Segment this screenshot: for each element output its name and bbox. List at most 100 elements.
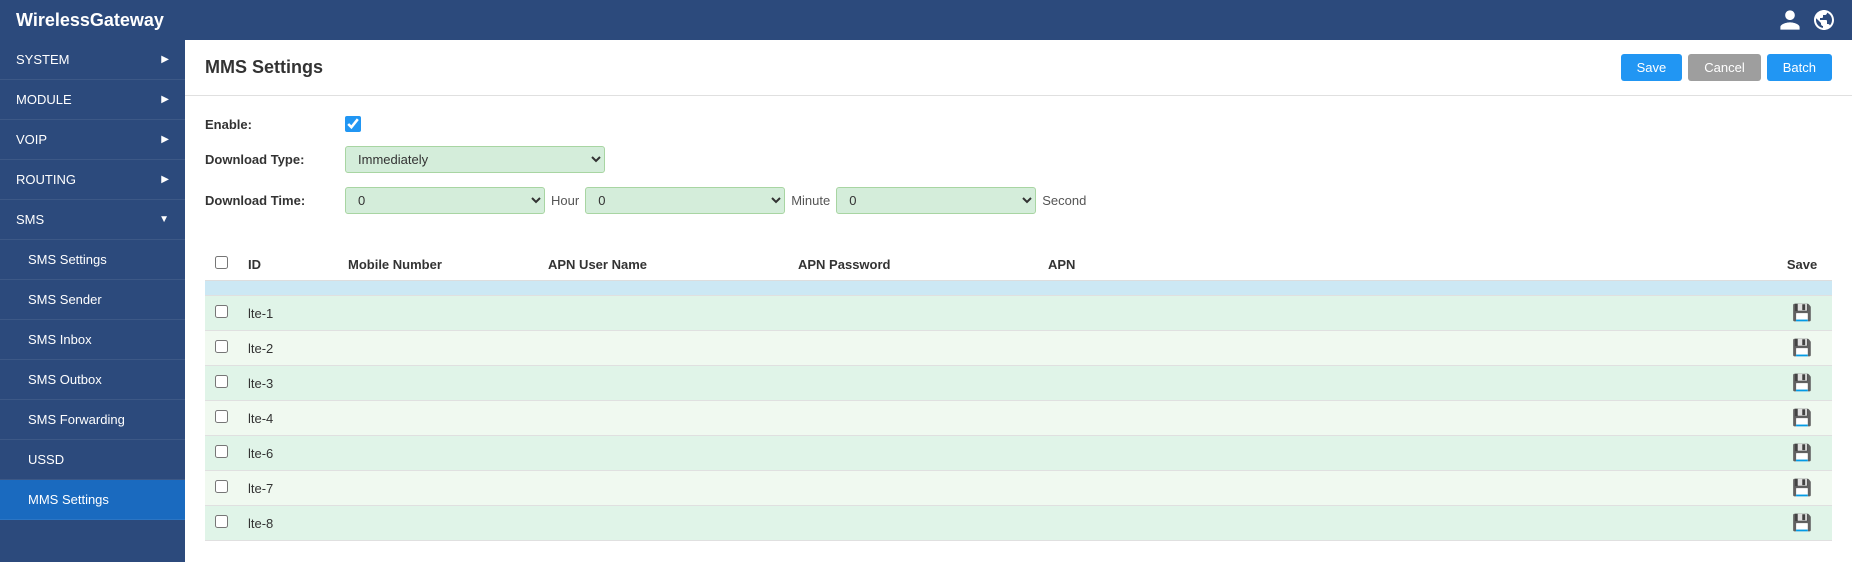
row-apn (1038, 366, 1772, 401)
row-check (205, 401, 238, 436)
sidebar-item-sms-inbox[interactable]: SMS Inbox (0, 320, 185, 360)
sidebar-label-sms-sender: SMS Sender (28, 292, 102, 307)
row-apn (1038, 506, 1772, 541)
table-header-row: ID Mobile Number APN User Name APN Passw… (205, 248, 1832, 281)
row-apn-pass (788, 296, 1038, 331)
sidebar-item-sms-sender[interactable]: SMS Sender (0, 280, 185, 320)
sidebar-label-mms-settings: MMS Settings (28, 492, 109, 507)
sidebar-item-module[interactable]: MODULE ▶ (0, 80, 185, 120)
mms-table: ID Mobile Number APN User Name APN Passw… (205, 248, 1832, 541)
row-checkbox[interactable] (215, 515, 228, 528)
save-row-icon[interactable]: 💾 (1792, 480, 1812, 497)
row-save: 💾 (1772, 401, 1832, 436)
row-save: 💾 (1772, 471, 1832, 506)
chevron-right-icon: ▶ (161, 94, 169, 105)
row-apn-user (538, 281, 788, 296)
save-button[interactable]: Save (1621, 54, 1683, 81)
row-check (205, 331, 238, 366)
col-header-save: Save (1772, 248, 1832, 281)
download-type-select[interactable]: Immediately Schedule (345, 146, 605, 173)
row-checkbox[interactable] (215, 445, 228, 458)
table-row: lte-4 💾 (205, 401, 1832, 436)
row-mobile (338, 331, 538, 366)
save-row-icon[interactable]: 💾 (1792, 515, 1812, 532)
table-row: lte-1 💾 (205, 296, 1832, 331)
table-row: lte-7 💾 (205, 471, 1832, 506)
download-type-label: Download Type: (205, 152, 345, 167)
sidebar-item-sms-settings[interactable]: SMS Settings (0, 240, 185, 280)
table-row: lte-3 💾 (205, 366, 1832, 401)
enable-checkbox[interactable] (345, 116, 361, 132)
time-row: 0 Hour 0 Minute 0 Second (345, 187, 1086, 214)
globe-icon[interactable] (1812, 8, 1836, 32)
row-apn (1038, 401, 1772, 436)
row-apn-user (538, 506, 788, 541)
content-area: MMS Settings Save Cancel Batch Enable: D… (185, 40, 1852, 562)
row-mobile (338, 436, 538, 471)
cancel-button[interactable]: Cancel (1688, 54, 1760, 81)
sidebar-item-sms-outbox[interactable]: SMS Outbox (0, 360, 185, 400)
row-checkbox[interactable] (215, 305, 228, 318)
col-header-mobile: Mobile Number (338, 248, 538, 281)
header-buttons: Save Cancel Batch (1621, 54, 1832, 81)
row-apn (1038, 436, 1772, 471)
row-apn-user (538, 296, 788, 331)
download-type-row: Download Type: Immediately Schedule (205, 146, 1832, 173)
sidebar-item-system[interactable]: SYSTEM ▶ (0, 40, 185, 80)
save-row-icon[interactable]: 💾 (1792, 340, 1812, 357)
save-row-icon[interactable]: 💾 (1792, 410, 1812, 427)
sidebar-item-voip[interactable]: VOIP ▶ (0, 120, 185, 160)
sidebar-item-ussd[interactable]: USSD (0, 440, 185, 480)
chevron-right-icon: ▶ (161, 174, 169, 185)
row-save: 💾 (1772, 436, 1832, 471)
row-mobile (338, 281, 538, 296)
user-icon[interactable] (1778, 8, 1802, 32)
row-apn-pass (788, 281, 1038, 296)
table-row: lte-8 💾 (205, 506, 1832, 541)
save-row-icon[interactable]: 💾 (1792, 375, 1812, 392)
form-area: Enable: Download Type: Immediately Sched… (185, 96, 1852, 248)
table-row-header (205, 281, 1832, 296)
col-header-check (205, 248, 238, 281)
save-row-icon[interactable]: 💾 (1792, 445, 1812, 462)
enable-row: Enable: (205, 116, 1832, 132)
row-id: lte-1 (238, 296, 338, 331)
minute-label: Minute (791, 193, 830, 208)
sidebar-item-routing[interactable]: ROUTING ▶ (0, 160, 185, 200)
row-check (205, 296, 238, 331)
table-container: ID Mobile Number APN User Name APN Passw… (185, 248, 1852, 541)
row-save: 💾 (1772, 506, 1832, 541)
row-apn-pass (788, 506, 1038, 541)
row-checkbox[interactable] (215, 375, 228, 388)
sidebar-label-sms: SMS (16, 212, 44, 227)
topbar: WirelessGateway (0, 0, 1852, 40)
sidebar-item-sms-forwarding[interactable]: SMS Forwarding (0, 400, 185, 440)
row-apn (1038, 281, 1772, 296)
select-all-checkbox[interactable] (215, 256, 228, 269)
row-mobile (338, 506, 538, 541)
second-select[interactable]: 0 (836, 187, 1036, 214)
col-header-apn-pass: APN Password (788, 248, 1038, 281)
table-row: lte-6 💾 (205, 436, 1832, 471)
row-checkbox[interactable] (215, 410, 228, 423)
row-apn-pass (788, 436, 1038, 471)
batch-button[interactable]: Batch (1767, 54, 1832, 81)
table-row: lte-2 💾 (205, 331, 1832, 366)
chevron-right-icon: ▶ (161, 134, 169, 145)
row-check (205, 436, 238, 471)
row-checkbox[interactable] (215, 480, 228, 493)
hour-select[interactable]: 0 (345, 187, 545, 214)
row-save (1772, 281, 1832, 296)
page-title: MMS Settings (205, 57, 323, 78)
sidebar-item-sms[interactable]: SMS ▼ (0, 200, 185, 240)
row-mobile (338, 296, 538, 331)
sidebar-item-mms-settings[interactable]: MMS Settings (0, 480, 185, 520)
col-header-apn-user: APN User Name (538, 248, 788, 281)
row-apn-user (538, 471, 788, 506)
row-apn-user (538, 366, 788, 401)
save-row-icon[interactable]: 💾 (1792, 305, 1812, 322)
row-checkbox[interactable] (215, 340, 228, 353)
row-save: 💾 (1772, 296, 1832, 331)
minute-select[interactable]: 0 (585, 187, 785, 214)
row-id: lte-4 (238, 401, 338, 436)
